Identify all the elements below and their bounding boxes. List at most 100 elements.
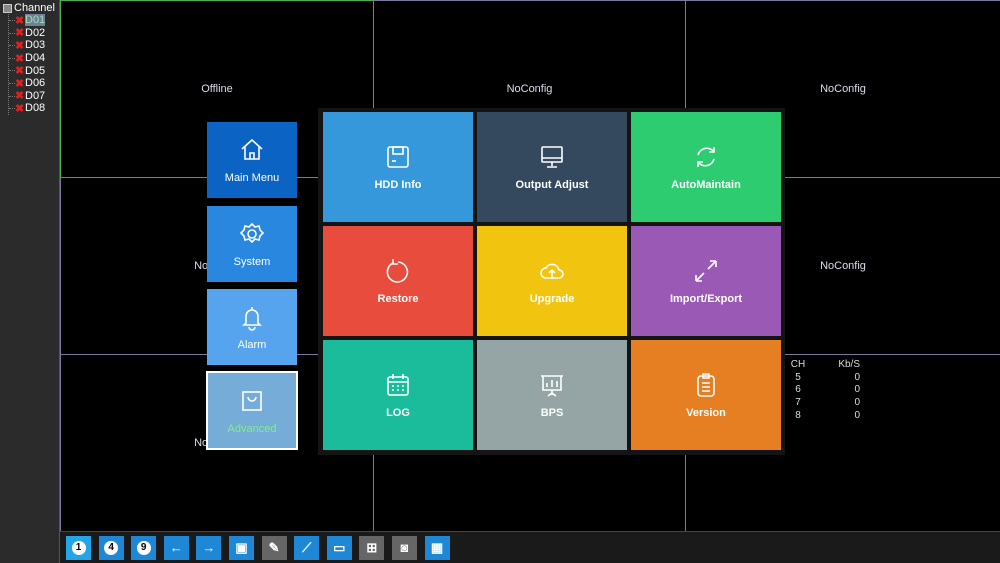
channel-item[interactable]: ✖ D05 [9,64,45,77]
menu-main-menu[interactable]: Main Menu [207,122,297,198]
channel-item[interactable]: ✖ D01 [9,14,46,27]
menu-alarm[interactable]: Alarm [207,289,297,365]
channel-tree: ✖ D01 ✖ D02 ✖ D03 ✖ D04 ✖ D05 ✖ D06 ✖ D07 ✖ D08 [8,14,46,115]
monitor-icon: ▭ [333,539,346,555]
red-x-icon: ✖ [15,14,25,27]
hdd-button[interactable]: ◙ [391,535,417,560]
arrow-left-icon: ← [169,540,183,555]
channel-sidebar: Channel ✖ D01 ✖ D02 ✖ D03 ✖ D04 ✖ D05 ✖ D06 ✖ D07 ✖ D08 [0,0,60,563]
chart-board-icon [541,375,563,397]
split-4-button[interactable]: 4 [98,535,124,560]
channel-item[interactable]: ✖ D08 [9,102,45,115]
menu-label: Advanced [227,422,277,435]
channel-label: D05 [25,64,46,77]
split-count: 9 [136,540,151,555]
red-x-icon: ✖ [15,39,25,52]
channel-item[interactable]: ✖ D06 [9,77,45,90]
fullscreen-button[interactable]: ▣ [228,535,254,560]
tile-output-adjust[interactable]: Output Adjust [477,112,627,222]
tile-label: Restore [377,293,419,305]
bell-icon [242,307,262,331]
menu-label: Main Menu [224,172,280,184]
split-9-button[interactable]: 9 [131,535,157,560]
tile-bps[interactable]: BPS [477,340,627,450]
tile-automaintain[interactable]: AutoMaintain [631,112,781,222]
channel-item[interactable]: ✖ D03 [9,39,45,52]
tile-upgrade[interactable]: Upgrade [477,226,627,336]
arrow-left-button[interactable]: ← [163,535,189,560]
channel-item[interactable]: ✖ D04 [9,52,45,65]
red-x-icon: ✖ [15,27,25,40]
cell-status: Offline [201,83,233,95]
expand-arrows-icon [695,260,717,282]
tile-label: BPS [540,407,564,419]
cell-status: NoConfig [506,83,553,95]
clipboard-icon [697,373,715,397]
ch-value: 6 [795,384,801,396]
tile-label: AutoMaintain [671,179,741,191]
chart-button[interactable]: ⟋ [294,535,320,560]
kbs-header: Kb/S [838,359,860,370]
tile-label: Import/Export [669,293,743,305]
channel-item[interactable]: ✖ D02 [9,26,46,40]
tile-version[interactable]: Version [631,340,781,450]
ch-value: 8 [795,409,801,421]
monitor-button[interactable]: ▭ [326,535,352,560]
split-count: 4 [104,540,119,555]
red-x-icon: ✖ [15,65,25,78]
red-x-icon: ✖ [15,102,25,115]
channel-item[interactable]: ✖ D07 [9,89,46,103]
red-x-icon: ✖ [15,90,25,103]
tile-label: Upgrade [529,293,575,305]
split-1-button[interactable]: 1 [66,535,91,560]
channel-label: D02 [25,26,46,39]
bitrate-row: 60 [784,384,860,397]
arrow-right-button[interactable]: → [196,535,222,560]
advanced-menu-panel: HDD Info Output Adjust AutoMaintain Restore… [318,108,785,455]
gear-icon [239,222,265,244]
network-button[interactable]: ⊞ [359,535,385,560]
ch-value: 7 [795,397,801,409]
monitor-icon [541,146,563,168]
fullscreen-icon: ▣ [235,539,248,555]
hdd-icon: ◙ [400,540,409,555]
split-count: 1 [71,540,86,555]
network-icon: ⊞ [366,539,378,555]
qr-code-button[interactable]: ▦ [424,535,450,560]
collapse-icon[interactable] [3,3,12,13]
bitrate-table: CH Kb/S 5 0 6 0 7 0 8 0 [784,359,860,422]
ch-value: 5 [795,371,801,383]
bitrate-row: 70 [784,397,860,410]
ptz-camera-icon: ✎ [268,539,280,555]
disk-icon [387,146,409,168]
bottom-toolbar: 1 4 9 ← → ▣ ✎ ⟋ ▭ ⊞ ◙ ▦ [60,531,1000,563]
tile-hdd-info[interactable]: HDD Info [323,112,473,222]
menu-label: System [233,256,271,268]
channel-label: D07 [25,89,46,102]
tile-label: LOG [386,407,410,419]
channel-label: D03 [25,39,46,52]
red-x-icon: ✖ [15,77,25,90]
channel-label: D08 [25,102,46,115]
menu-advanced[interactable]: Advanced [206,371,298,450]
channel-tree-header[interactable]: Channel [3,2,55,14]
bitrate-row: 80 [784,410,860,423]
channel-title: Channel [14,2,55,14]
red-x-icon: ✖ [15,52,25,65]
kbs-value: 0 [854,371,860,383]
tile-label: Version [686,407,726,419]
qr-code-icon: ▦ [430,539,444,555]
chart-icon: ⟋ [302,539,312,555]
arrow-right-icon: → [202,540,216,555]
tile-restore[interactable]: Restore [323,226,473,336]
tile-import-export[interactable]: Import/Export [631,226,781,336]
channel-label: D01 [25,14,46,27]
calendar-icon [387,374,409,396]
menu-system[interactable]: System [207,206,297,282]
kbs-value: 0 [854,384,860,396]
tile-label: Output Adjust [515,179,589,191]
tile-log[interactable]: LOG [323,340,473,450]
ptz-camera-button[interactable]: ✎ [261,535,287,560]
kbs-value: 0 [854,397,860,409]
ch-header: CH [790,359,806,370]
